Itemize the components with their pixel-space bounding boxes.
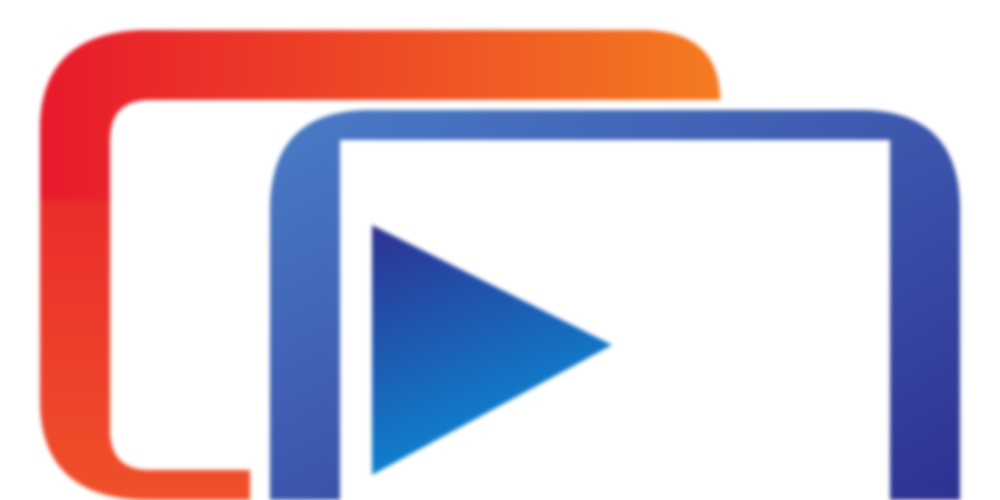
video-player-app-icon[interactable] bbox=[0, 0, 1000, 500]
app-icon-canvas bbox=[0, 0, 1000, 500]
